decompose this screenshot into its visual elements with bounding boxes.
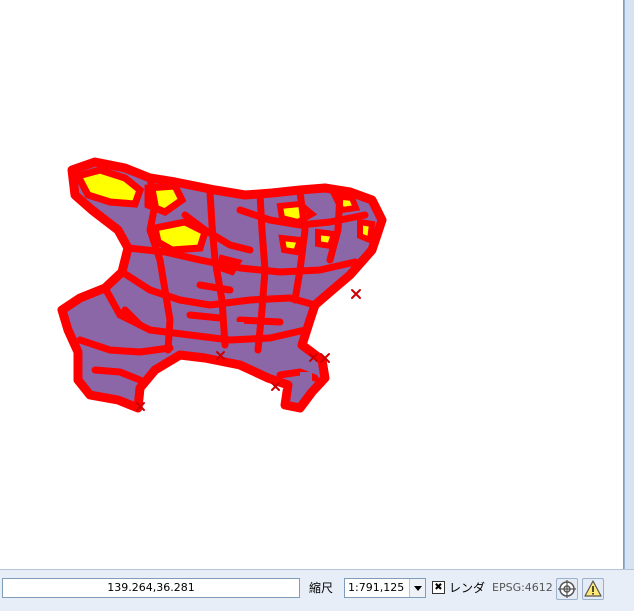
- projection-button[interactable]: [556, 578, 578, 600]
- scale-selector[interactable]: 1:791,125: [344, 578, 426, 598]
- globe-icon: [558, 580, 576, 598]
- map-canvas[interactable]: [0, 0, 624, 569]
- crs-status[interactable]: EPSG:4612: [492, 579, 553, 597]
- map-frame-edge: [624, 0, 634, 569]
- scale-value[interactable]: 1:791,125: [348, 579, 404, 597]
- district-c1: [278, 234, 305, 256]
- render-label[interactable]: レンダ: [449, 579, 485, 597]
- map-view[interactable]: [0, 0, 624, 569]
- scale-label: 縮尺: [309, 581, 334, 595]
- coordinate-display[interactable]: 139.264,36.281: [2, 578, 300, 598]
- render-checkbox[interactable]: ✖: [432, 581, 445, 594]
- warning-icon: [584, 580, 602, 597]
- messages-button[interactable]: [582, 578, 604, 600]
- marker-1: [351, 289, 361, 299]
- chevron-down-icon[interactable]: [409, 579, 425, 597]
- district-ne3: [357, 218, 376, 245]
